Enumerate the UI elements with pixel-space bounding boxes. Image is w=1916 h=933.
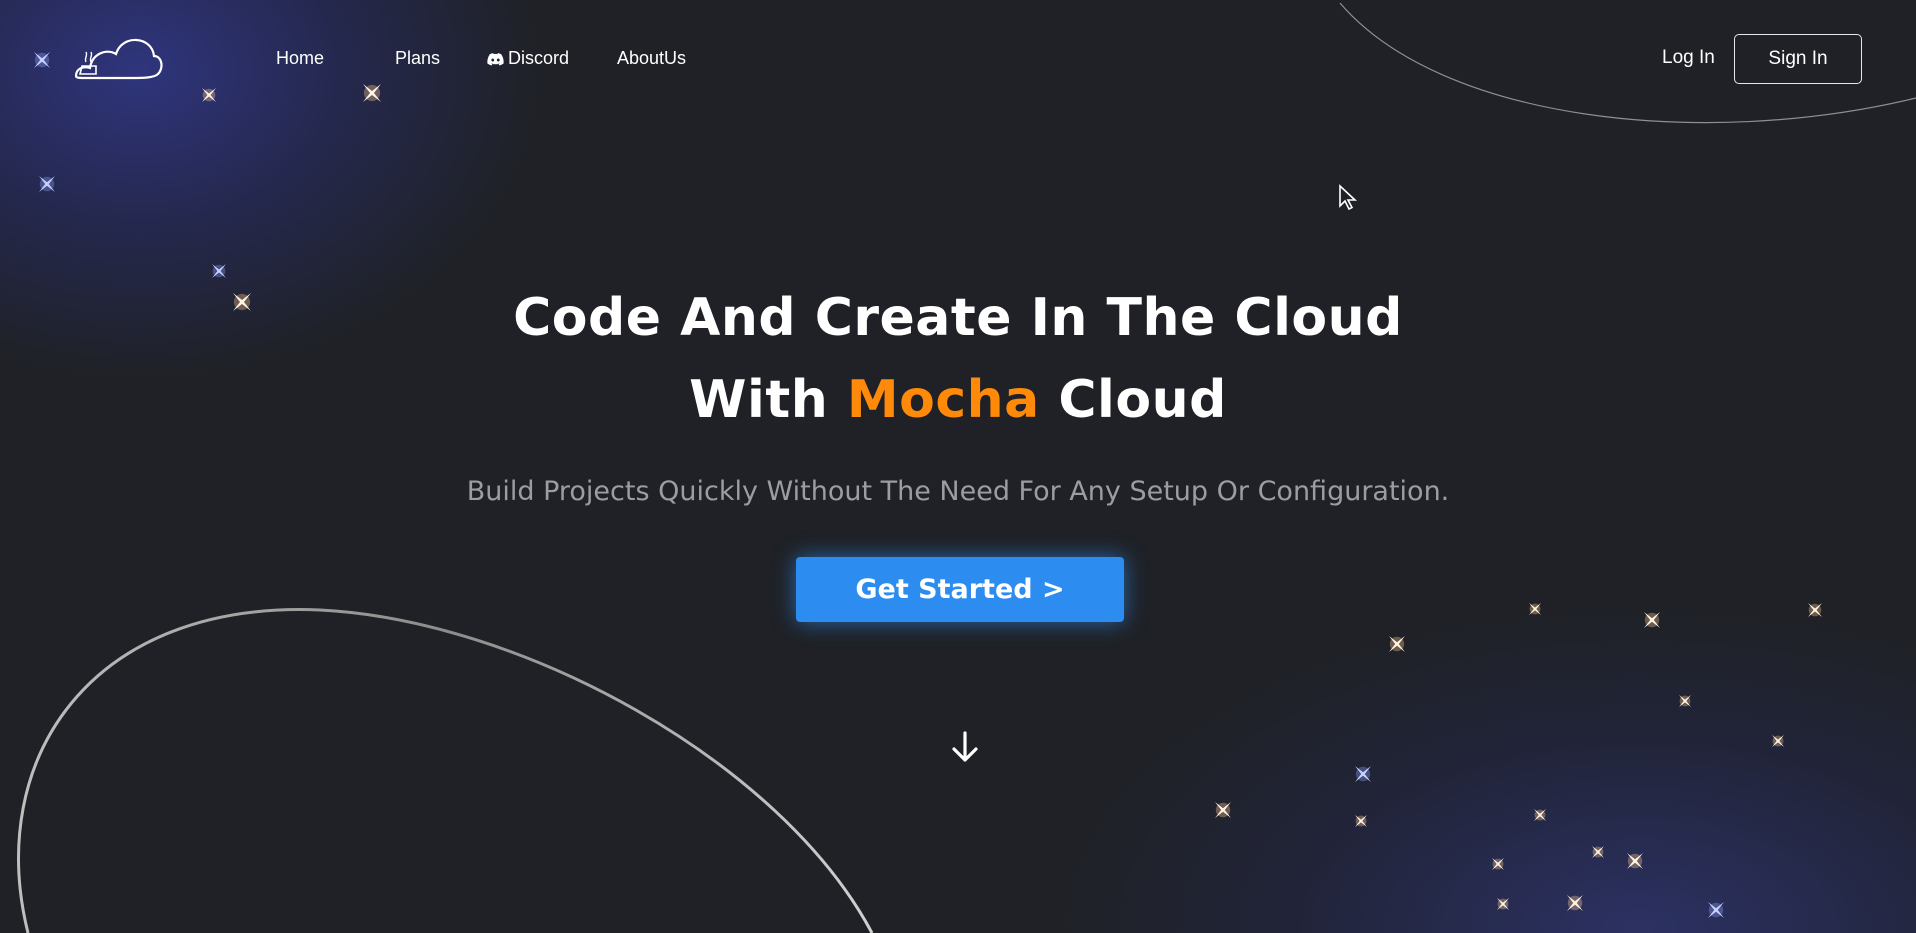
nav-about-link[interactable]: AboutUs (617, 48, 686, 69)
discord-icon (487, 52, 504, 66)
sparkle-star-icon (1529, 603, 1541, 615)
nav-plans-link[interactable]: Plans (395, 48, 440, 69)
hero-subtitle: Build Projects Quickly Without The Need … (466, 476, 1450, 507)
login-link[interactable]: Log In (1662, 47, 1715, 69)
cloud-logo-icon[interactable] (72, 24, 164, 84)
hero-title-suffix: Cloud (1039, 370, 1227, 430)
nav-discord-link[interactable]: Discord (487, 48, 569, 69)
sparkle-star-icon (1808, 603, 1822, 617)
hero-title-line1: Code And Create In The Cloud (513, 288, 1403, 348)
sparkle-star-icon (1772, 735, 1784, 747)
decorative-curves (17, 2, 1916, 933)
nav-discord-label: Discord (508, 48, 570, 68)
nav-plans-label: Plans (395, 48, 441, 68)
sparkle-star-icon (1534, 809, 1546, 821)
sparkle-star-icon (1679, 695, 1691, 707)
sparkle-star-icon (1708, 902, 1724, 918)
mouse-cursor-icon (1339, 184, 1358, 210)
sparkle-star-icon (1644, 612, 1660, 628)
sparkle-star-icon (1355, 766, 1371, 782)
sparkle-star-icon (39, 176, 55, 192)
hero-title-prefix: With (689, 370, 847, 430)
hero-title-accent: Mocha (846, 370, 1040, 430)
signin-button[interactable]: Sign In (1734, 34, 1862, 84)
nav-home-link[interactable]: Home (276, 48, 324, 69)
get-started-button[interactable]: Get Started > (796, 557, 1124, 622)
sparkle-star-icon (1215, 802, 1231, 818)
sparkle-star-icon (1567, 895, 1583, 911)
sparkle-star-icon (212, 264, 226, 278)
sparkle-star-icon (1492, 858, 1504, 870)
sparkle-star-icon (1497, 898, 1509, 910)
bottom-left-arc (17, 608, 874, 933)
sparkle-star-icon (1355, 815, 1367, 827)
top-navigation: Home Plans Discord AboutUs Log In Sign I… (0, 0, 1916, 120)
sparkle-star-icon (1627, 853, 1643, 869)
hero-title-line2: With Mocha Cloud (0, 370, 1916, 430)
arrow-down-icon[interactable] (950, 730, 980, 764)
sparkle-star-icon (1592, 846, 1604, 858)
sparkle-star-icon (1389, 636, 1405, 652)
